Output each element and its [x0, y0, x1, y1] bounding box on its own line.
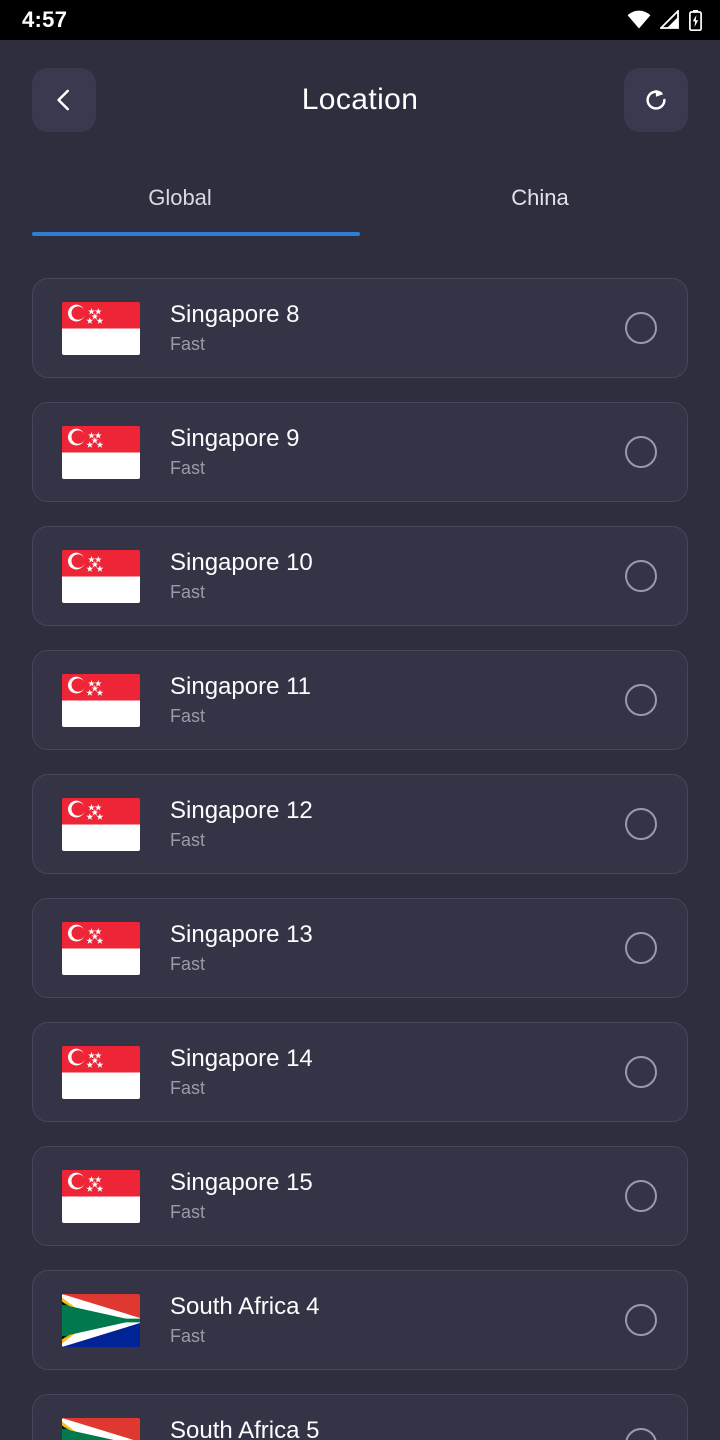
list-item[interactable]: Singapore 14 Fast: [32, 1022, 688, 1122]
singapore-flag: [62, 425, 140, 479]
list-item[interactable]: Singapore 15 Fast: [32, 1146, 688, 1246]
list-item-text: Singapore 14 Fast: [170, 1044, 625, 1100]
list-item-text: South Africa 5Fast: [170, 1416, 625, 1440]
list-item[interactable]: Singapore 12 Fast: [32, 774, 688, 874]
singapore-flag: [62, 797, 140, 851]
list-item-text: Singapore 12 Fast: [170, 796, 625, 852]
status-bar: 4:57: [0, 0, 720, 40]
radio-button[interactable]: [625, 436, 657, 468]
south-africa-flag: [62, 1417, 140, 1440]
refresh-icon: [646, 89, 666, 110]
list-item-text: Singapore 9 Fast: [170, 424, 625, 480]
singapore-flag: [62, 549, 140, 603]
list-item-speed: Fast: [170, 1202, 206, 1222]
list-item[interactable]: South Africa 5Fast: [32, 1394, 688, 1440]
list-item-text: Singapore 13 Fast: [170, 920, 625, 976]
list-item-name: Singapore 11: [170, 673, 311, 700]
list-item-speed: Fast: [170, 954, 206, 974]
status-bar-clock: 4:57: [22, 7, 68, 32]
page-title: Location: [301, 83, 419, 116]
singapore-flag: [62, 1169, 140, 1223]
list-item-name: South Africa 4: [170, 1293, 320, 1320]
list-item-text: South Africa 4 Fast: [170, 1292, 625, 1348]
radio-button[interactable]: [625, 684, 657, 716]
cellular-signal-icon: [660, 10, 679, 29]
list-item-text: Singapore 11 Fast: [170, 672, 625, 728]
list-item-name: Singapore 12: [170, 797, 313, 824]
list-item-speed: Fast: [170, 706, 206, 726]
tab-bar: Global China: [0, 160, 720, 236]
list-item-speed: Fast: [170, 1326, 206, 1346]
list-item-text: Singapore 10 Fast: [170, 548, 625, 604]
chevron-left-icon: [57, 89, 70, 111]
list-item-name: South Africa 5: [170, 1417, 320, 1440]
radio-button[interactable]: [625, 1428, 657, 1440]
list-item[interactable]: Singapore 13 Fast: [32, 898, 688, 998]
list-item-speed: Fast: [170, 334, 206, 354]
list-item[interactable]: Singapore 9 Fast: [32, 402, 688, 502]
radio-button[interactable]: [625, 1304, 657, 1336]
list-item-name: Singapore 13: [170, 921, 313, 948]
list-item[interactable]: South Africa 4 Fast: [32, 1270, 688, 1370]
list-item[interactable]: Singapore 10 Fast: [32, 526, 688, 626]
list-item-name: Singapore 15: [170, 1169, 313, 1196]
refresh-button[interactable]: [624, 68, 688, 132]
tab-active-indicator: [32, 232, 360, 236]
singapore-flag: [62, 1045, 140, 1099]
list-item-name: Singapore 8: [170, 301, 300, 328]
tab-china-label: China: [511, 185, 569, 210]
radio-button[interactable]: [625, 560, 657, 592]
tab-global-label: Global: [148, 185, 212, 210]
radio-button[interactable]: [625, 808, 657, 840]
list-item[interactable]: Singapore 11 Fast: [32, 650, 688, 750]
list-item-speed: Fast: [170, 1078, 206, 1098]
wifi-icon: [627, 10, 651, 29]
radio-button[interactable]: [625, 1056, 657, 1088]
singapore-flag: [62, 921, 140, 975]
list-item-name: Singapore 14: [170, 1045, 313, 1072]
tab-china[interactable]: China: [360, 160, 720, 236]
location-list: Singapore 8 Fast Singapore 9 Fast Singapor…: [0, 236, 720, 1440]
back-button[interactable]: [32, 68, 96, 132]
singapore-flag: [62, 301, 140, 355]
list-item-text: Singapore 8 Fast: [170, 300, 625, 356]
tab-global[interactable]: Global: [0, 160, 360, 236]
list-item-speed: Fast: [170, 582, 206, 602]
list-item-name: Singapore 9: [170, 425, 300, 452]
status-bar-icons: [627, 9, 702, 31]
app-bar: Location: [0, 40, 720, 160]
list-item-text: Singapore 15 Fast: [170, 1168, 625, 1224]
list-item-name: Singapore 10: [170, 549, 313, 576]
radio-button[interactable]: [625, 1180, 657, 1212]
radio-button[interactable]: [625, 932, 657, 964]
list-item-speed: Fast: [170, 830, 206, 850]
south-africa-flag: [62, 1293, 140, 1347]
radio-button[interactable]: [625, 312, 657, 344]
list-item-speed: Fast: [170, 458, 206, 478]
singapore-flag: [62, 673, 140, 727]
list-item[interactable]: Singapore 8 Fast: [32, 278, 688, 378]
battery-icon: [689, 9, 702, 31]
